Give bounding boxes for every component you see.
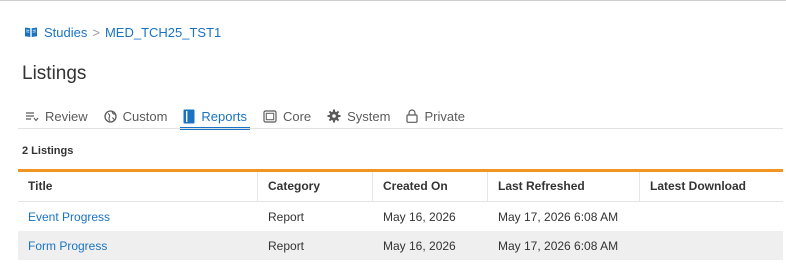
tab-reports[interactable]: Reports [180,103,250,130]
category-cell: Report [268,209,305,224]
tab-reports-label: Reports [201,108,247,124]
column-header-created-on[interactable]: Created On [373,172,488,201]
listing-tabs: Review Custom Reports Core System Privat… [22,103,478,130]
tab-core-label: Core [282,108,312,124]
table-row: Form Progress Report May 16, 2026 May 17… [18,231,783,260]
last-refreshed-cell: May 17, 2026 6:08 AM [498,238,619,253]
tab-system-label: System [347,108,391,124]
column-header-title[interactable]: Title [18,172,258,201]
breadcrumb: Studies > MED_TCH25_TST1 [24,24,221,40]
breadcrumb-studies-link[interactable]: Studies [44,25,87,40]
column-header-category[interactable]: Category [258,172,373,201]
category-cell: Report [268,238,305,253]
tab-review[interactable]: Review [22,103,91,129]
created-on-cell: May 16, 2026 [383,209,456,224]
top-divider [0,0,786,1]
table-row: Event Progress Report May 16, 2026 May 1… [18,202,783,231]
tab-private[interactable]: Private [403,103,467,129]
breadcrumb-separator: > [92,24,100,40]
table-header-row: Title Category Created On Last Refreshed… [18,172,783,202]
page-title: Listings [22,63,87,84]
window-icon [263,109,277,123]
created-on-cell: May 16, 2026 [383,238,456,253]
column-header-last-refreshed[interactable]: Last Refreshed [488,172,640,201]
listing-title-link[interactable]: Form Progress [28,239,107,253]
lock-icon [406,109,419,123]
review-sort-icon [25,110,39,122]
listing-count: 2 Listings [22,145,74,157]
tab-custom-label: Custom [122,108,168,124]
tab-custom[interactable]: Custom [101,103,171,129]
gear-icon [327,109,341,123]
tab-review-label: Review [45,108,88,124]
last-refreshed-cell: May 17, 2026 6:08 AM [498,209,619,224]
tab-private-label: Private [424,108,465,124]
tab-system[interactable]: System [324,103,393,129]
report-book-icon [183,109,195,124]
listings-table: Title Category Created On Last Refreshed… [18,169,783,260]
title-cell: Event Progress [18,210,258,224]
tabs-divider [18,128,783,129]
breadcrumb-study-link[interactable]: MED_TCH25_TST1 [105,25,221,40]
column-header-latest-download[interactable]: Latest Download [640,172,783,201]
listing-title-link[interactable]: Event Progress [28,210,110,224]
studies-book-icon [24,26,38,38]
globe-icon [103,109,117,123]
tab-core[interactable]: Core [260,103,314,129]
title-cell: Form Progress [18,239,258,253]
